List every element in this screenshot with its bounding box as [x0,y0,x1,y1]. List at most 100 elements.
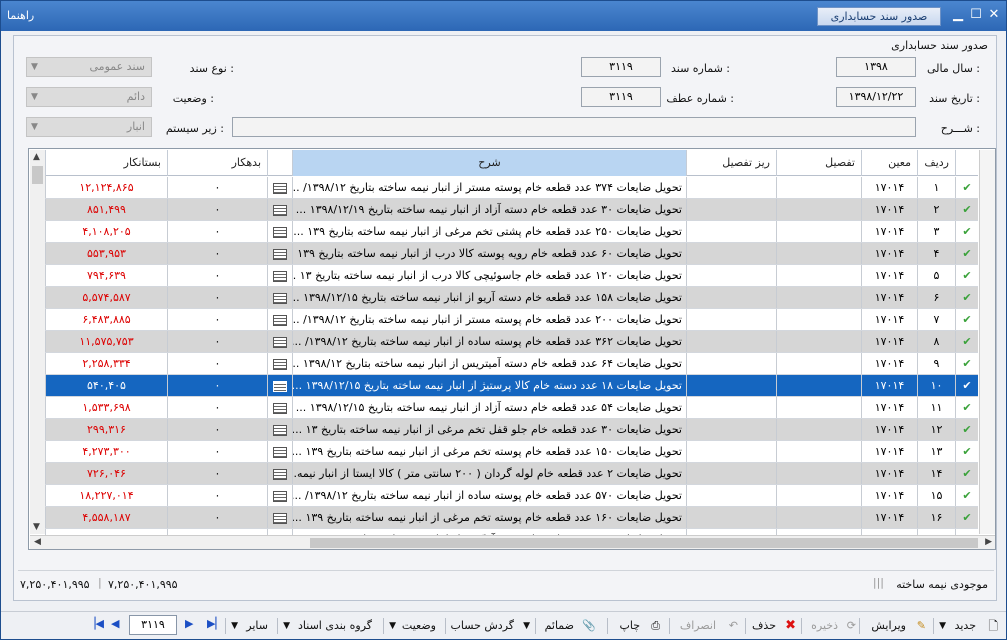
list-detail-icon[interactable] [273,204,287,216]
list-detail-icon[interactable] [273,446,287,458]
doc-type-select[interactable]: ▼ سند عمومی [26,57,152,77]
save-button[interactable]: ذخیره [811,617,838,635]
cell-sharh: تحویل ضایعات ۳۶۲ عدد قطعه خام پوسته ساده… [292,331,686,352]
cell-detail-icon[interactable] [267,265,292,286]
table-row[interactable]: ✔ ۷ ۱۷۰۱۴ تحویل ضایعات ۲۰۰ عدد قطعه خام پوس… [45,309,978,331]
table-row[interactable]: ✔ ۳ ۱۷۰۱۴ تحویل ضایعات ۲۵۰ عدد قطعه خام پشت… [45,221,978,243]
scroll-left-icon[interactable]: ◀ [34,537,41,547]
cell-detail-icon[interactable] [267,243,292,264]
help-link[interactable]: راهنما [7,9,34,22]
table-row[interactable]: ✔ ۸ ۱۷۰۱۴ تحویل ضایعات ۳۶۲ عدد قطعه خام پوس… [45,331,978,353]
cell-detail-icon[interactable] [267,309,292,330]
other-button[interactable]: سایر [246,617,268,635]
doc-group-button[interactable]: گروه بندی اسناد [298,617,372,635]
last-page-icon[interactable]: ▶▏ [207,617,224,630]
table-row[interactable]: ✔ ۲ ۱۷۰۱۴ تحویل ضایعات ۳۰ عدد قطعه خام دسته… [45,199,978,221]
page-number-input[interactable]: ۳۱۱۹ [129,615,177,635]
list-detail-icon[interactable] [273,490,287,502]
cell-detail-icon[interactable] [267,331,292,352]
cell-radif: ۴ [917,243,955,264]
edit-button[interactable]: ویرایش [871,617,906,635]
table-row[interactable]: ✔ ۶ ۱۷۰۱۴ تحویل ضایعات ۱۵۸ عدد قطعه خام دست… [45,287,978,309]
subsystem-select[interactable]: ▼ انبار [26,117,152,137]
hscroll-thumb[interactable] [310,538,978,548]
table-row[interactable]: ✔ ۴ ۱۷۰۱۴ تحویل ضایعات ۶۰ عدد قطعه خام رویه… [45,243,978,265]
cancel-button[interactable]: انصراف [680,617,716,635]
doc-date-field[interactable]: ۱۳۹۸/۱۲/۲۲ [836,87,916,107]
account-flow-button[interactable]: گردش حساب [451,617,514,635]
cell-detail-icon[interactable] [267,485,292,506]
list-detail-icon[interactable] [273,248,287,260]
col-riz-tafsil[interactable]: ریز تفصیل [686,150,776,176]
col-bestankar[interactable]: بستانکار [45,150,167,176]
cell-sharh: تحویل ضایعات ۶۰ عدد قطعه خام رویه پوسته … [292,243,686,264]
list-detail-icon[interactable] [273,270,287,282]
table-row[interactable]: ✔ ۱۲ ۱۷۰۱۴ تحویل ضایعات ۳۰ عدد قطعه خام جلو… [45,419,978,441]
print-button[interactable]: چاپ [619,617,640,635]
list-detail-icon[interactable] [273,380,287,392]
horizontal-scrollbar[interactable]: ◀ ▶ [30,535,995,549]
list-detail-icon[interactable] [273,468,287,480]
vertical-scrollbar[interactable]: ▲ ▼ [30,150,46,534]
list-detail-icon[interactable] [273,402,287,414]
chevron-down-icon[interactable]: ▼ [231,617,238,635]
table-row[interactable]: ✔ ۵ ۱۷۰۱۴ تحویل ضایعات ۱۲۰ عدد قطعه خام جاس… [45,265,978,287]
attachments-button[interactable]: ضمائم [545,617,574,635]
list-detail-icon[interactable] [273,336,287,348]
col-tafsil[interactable]: تفصیل [776,150,861,176]
delete-button[interactable]: حذف [752,617,776,635]
minimize-icon[interactable]: ▁ [951,7,965,23]
col-sharh[interactable]: شرح [292,150,686,176]
cell-detail-icon[interactable] [267,463,292,484]
col-radif[interactable]: ردیف [917,150,955,176]
first-page-icon[interactable]: ▕◀ [87,617,104,630]
ref-number-field[interactable]: ۳۱۱۹ [581,87,661,107]
table-row[interactable]: ✔ ۱۶ ۱۷۰۱۴ تحویل ضایعات ۱۶۰ عدد قطعه خام پو… [45,507,978,529]
table-row[interactable]: ✔ ۹ ۱۷۰۱۴ تحویل ضایعات ۶۴ عدد قطعه خام دسته… [45,353,978,375]
col-bedehkar[interactable]: بدهکار [167,150,267,176]
list-detail-icon[interactable] [273,358,287,370]
cell-detail-icon[interactable] [267,419,292,440]
scroll-down-icon[interactable]: ▼ [33,522,40,532]
close-icon[interactable]: ✕ [987,7,1001,23]
list-detail-icon[interactable] [273,512,287,524]
cell-detail-icon[interactable] [267,199,292,220]
table-row[interactable]: ✔ ۱۳ ۱۷۰۱۴ تحویل ضایعات ۱۵۰ عدد قطعه خام پو… [45,441,978,463]
cell-detail-icon[interactable] [267,397,292,418]
chevron-down-icon[interactable]: ▼ [523,617,530,635]
table-row[interactable]: ✔ ۱۴ ۱۷۰۱۴ تحویل ضایعات ۲ عدد قطعه خام لوله… [45,463,978,485]
col-moin[interactable]: معین [861,150,917,176]
description-field[interactable] [232,117,916,137]
cell-detail-icon[interactable] [267,221,292,242]
next-page-icon[interactable]: ▶ [185,617,193,630]
table-row[interactable]: ✔ ۱۵ ۱۷۰۱۴ تحویل ضایعات ۵۷۰ عدد قطعه خام پو… [45,485,978,507]
scroll-up-icon[interactable]: ▲ [33,152,40,162]
list-detail-icon[interactable] [273,314,287,326]
cell-detail-icon[interactable] [267,353,292,374]
scroll-right-icon[interactable]: ▶ [985,537,992,547]
new-button[interactable]: جدید [955,617,976,635]
fiscal-year-field[interactable]: ۱۳۹۸ [836,57,916,77]
prev-page-icon[interactable]: ◀ [111,617,119,630]
cell-detail-icon[interactable] [267,441,292,462]
list-detail-icon[interactable] [273,226,287,238]
cell-detail-icon[interactable] [267,375,292,396]
chevron-down-icon[interactable]: ▼ [283,617,290,635]
chevron-down-icon[interactable]: ▼ [389,617,396,635]
cell-detail-icon[interactable] [267,177,292,198]
table-row[interactable]: ✔ ۱۱ ۱۷۰۱۴ تحویل ضایعات ۵۴ عدد قطعه خام دست… [45,397,978,419]
cell-detail-icon[interactable] [267,287,292,308]
list-detail-icon[interactable] [273,424,287,436]
list-detail-icon[interactable] [273,292,287,304]
maximize-icon[interactable]: ☐ [969,7,983,23]
doc-number-field[interactable]: ۳۱۱۹ [581,57,661,77]
chevron-down-icon[interactable]: ▼ [939,617,946,635]
table-row[interactable]: ✔ ۱۰ ۱۷۰۱۴ تحویل ضایعات ۱۸ عدد دسته خام کال… [45,375,978,397]
status-menu-button[interactable]: وضعیت [402,617,436,635]
scroll-thumb[interactable] [32,166,43,184]
cell-moin: ۱۷۰۱۴ [861,353,917,374]
list-detail-icon[interactable] [273,182,287,194]
status-select[interactable]: ▼ دائم [26,87,152,107]
cell-detail-icon[interactable] [267,507,292,528]
table-row[interactable]: ✔ ۱ ۱۷۰۱۴ تحویل ضایعات ۳۷۴ عدد قطعه خام پوس… [45,177,978,199]
